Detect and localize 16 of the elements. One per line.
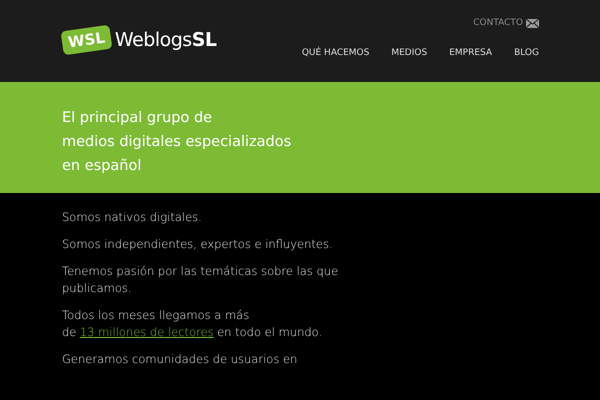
nav-link[interactable]: BLOG bbox=[514, 48, 539, 58]
hero-headline: en español bbox=[62, 157, 142, 176]
body-paragraph: Generamos comunidades de usuarios en bbox=[62, 351, 298, 368]
hero-headline: medios digitales especializados bbox=[62, 133, 292, 152]
hero-headline: El principal grupo de bbox=[62, 109, 212, 128]
contact-link[interactable]: CONTACTO bbox=[473, 18, 523, 28]
body-paragraph: Somos independientes, expertos e influyentes. bbox=[62, 236, 334, 253]
logo-name[interactable]: WeblogsSL bbox=[114, 29, 217, 51]
body-paragraph: Todos los meses llegamos a más de 13 millones de lectores en todo el mundo. bbox=[62, 307, 324, 341]
readers-link[interactable]: 13 millones de lectores bbox=[80, 325, 214, 339]
nav-link[interactable]: EMPRESA bbox=[449, 48, 492, 58]
nav-link[interactable]: MEDIOS bbox=[391, 48, 428, 58]
mail-icon[interactable] bbox=[526, 18, 539, 28]
nav-link[interactable]: QUÉ HACEMOS bbox=[302, 48, 370, 58]
body-paragraph: Tenemos pasión por las temáticas sobre las que publicamos. bbox=[62, 263, 340, 297]
body-paragraph: Somos nativos digitales. bbox=[62, 209, 203, 226]
